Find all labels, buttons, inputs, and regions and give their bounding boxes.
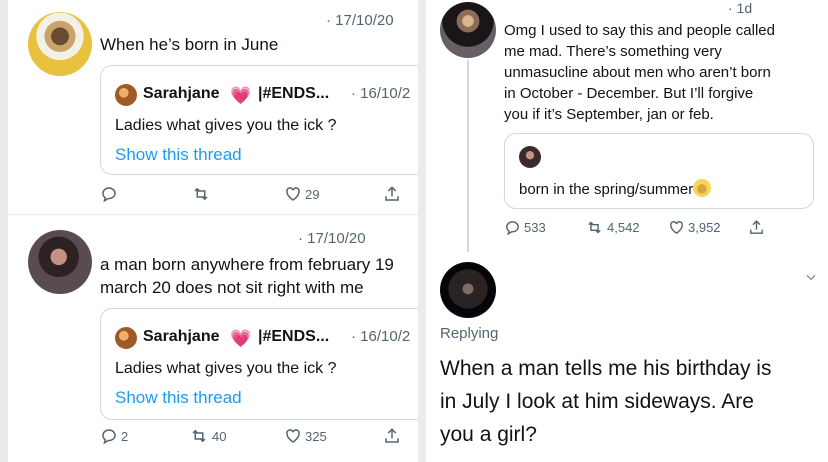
retweet-count: 4,542 bbox=[607, 220, 640, 235]
reply-count: 533 bbox=[524, 220, 546, 235]
tweet-text-line: When a man tells me his birthday is bbox=[440, 357, 772, 380]
share-button[interactable] bbox=[383, 427, 401, 445]
tweet-actions: 533 4,542 3,952 bbox=[504, 219, 804, 243]
avatar[interactable] bbox=[440, 2, 496, 58]
quoted-name[interactable]: Sarahjane bbox=[143, 85, 219, 103]
retweet-icon bbox=[189, 427, 209, 445]
quoted-avatar bbox=[115, 84, 137, 106]
quoted-date: · 16/10/2 bbox=[351, 85, 411, 102]
quoted-name[interactable]: Sarahjane bbox=[143, 328, 219, 346]
tweet-actions: 2 40 325 bbox=[100, 427, 400, 451]
heart-icon bbox=[668, 219, 685, 236]
quoted-text: born in the spring/summer bbox=[519, 179, 712, 198]
retweet-button[interactable]: 4,542 bbox=[585, 219, 640, 236]
share-button[interactable] bbox=[383, 185, 401, 203]
share-icon bbox=[383, 427, 401, 445]
quoted-text: Ladies what gives you the ick ? bbox=[115, 360, 337, 377]
quoted-text-content: born in the spring/summer bbox=[519, 181, 694, 198]
quoted-handle: |#ENDS... bbox=[258, 85, 330, 102]
heart-icon bbox=[284, 185, 302, 203]
left-tweet-panel: · 17/10/20 When he’s born in June Sarahj… bbox=[8, 0, 418, 462]
tweet-text-line-2: march 20 does not sit right with me bbox=[100, 278, 364, 297]
tweet-text-line: in July I look at him sideways. Are bbox=[440, 390, 754, 413]
tweet-date[interactable]: · 17/10/20 bbox=[298, 230, 366, 247]
quoted-avatar bbox=[115, 327, 137, 349]
tweet-actions: 29 bbox=[100, 185, 400, 209]
avatar[interactable] bbox=[440, 262, 496, 318]
tweet-text-line: in October - December. But I’ll forgive bbox=[504, 85, 754, 102]
tweet-text: Omg I used to say this and people called… bbox=[504, 20, 775, 125]
retweet-icon bbox=[585, 219, 604, 236]
tweet-text-line: me mad. There’s something very bbox=[504, 43, 722, 60]
reply-button[interactable] bbox=[100, 185, 118, 203]
tweet-text-line: Omg I used to say this and people called bbox=[504, 22, 775, 39]
avatar[interactable] bbox=[28, 230, 92, 294]
quoted-text: Ladies what gives you the ick ? bbox=[115, 117, 337, 134]
pink-heart-icon: 💗 bbox=[230, 86, 252, 105]
tweet-text: When a man tells me his birthday is in J… bbox=[440, 352, 771, 451]
like-button[interactable]: 325 bbox=[284, 427, 327, 445]
tweet-text-line: you if it’s September, jan or feb. bbox=[504, 106, 714, 123]
comment-icon bbox=[504, 219, 521, 236]
like-count: 29 bbox=[305, 186, 320, 202]
reply-button[interactable]: 2 bbox=[100, 427, 128, 445]
reply-button[interactable]: 533 bbox=[504, 219, 546, 236]
comment-icon bbox=[100, 427, 118, 445]
comment-icon bbox=[100, 185, 118, 203]
tweet-text-line: you a girl? bbox=[440, 423, 537, 446]
heart-icon bbox=[284, 427, 302, 445]
tweet-divider bbox=[8, 214, 418, 215]
thread-line bbox=[467, 60, 469, 252]
quoted-tweet-card[interactable]: born in the spring/summer bbox=[504, 133, 814, 209]
share-icon bbox=[748, 219, 765, 236]
pink-heart-icon: 💗 bbox=[230, 329, 252, 348]
show-thread-link[interactable]: Show this thread bbox=[115, 388, 242, 408]
avatar[interactable] bbox=[28, 12, 92, 76]
tweet-date[interactable]: · 1d bbox=[728, 0, 752, 16]
chevron-down-icon[interactable] bbox=[802, 268, 820, 286]
grinning-sweat-emoji-icon bbox=[693, 179, 712, 197]
show-thread-link[interactable]: Show this thread bbox=[115, 145, 242, 165]
share-button[interactable] bbox=[748, 219, 765, 236]
like-count: 325 bbox=[305, 428, 327, 444]
tweet-date[interactable]: · 17/10/20 bbox=[326, 12, 394, 29]
retweet-count: 40 bbox=[212, 428, 227, 444]
like-button[interactable]: 3,952 bbox=[668, 219, 721, 236]
tweet-text: When he’s born in June bbox=[100, 35, 279, 54]
replying-label: Replying bbox=[440, 325, 499, 342]
retweet-button[interactable] bbox=[191, 185, 211, 203]
tweet-text-line-1: a man born anywhere from february 19 bbox=[100, 255, 394, 274]
quoted-tweet-card[interactable]: Sarahjane 💗 |#ENDS... · 16/10/2 Ladies w… bbox=[100, 308, 418, 420]
right-tweet-panel: · 1d Omg I used to say this and people c… bbox=[426, 0, 828, 462]
share-icon bbox=[383, 185, 401, 203]
retweet-icon bbox=[191, 185, 211, 203]
like-button[interactable]: 29 bbox=[284, 185, 319, 203]
retweet-button[interactable]: 40 bbox=[189, 427, 226, 445]
quoted-handle: |#ENDS... bbox=[258, 328, 330, 345]
tweet-text-line: unmasucline about men who aren’t born bbox=[504, 64, 771, 81]
quoted-tweet-card[interactable]: Sarahjane 💗 |#ENDS... · 16/10/2 Ladies w… bbox=[100, 65, 418, 175]
quoted-date: · 16/10/2 bbox=[351, 328, 411, 345]
quoted-avatar bbox=[519, 146, 541, 168]
like-count: 3,952 bbox=[688, 220, 721, 235]
reply-count: 2 bbox=[121, 428, 129, 444]
